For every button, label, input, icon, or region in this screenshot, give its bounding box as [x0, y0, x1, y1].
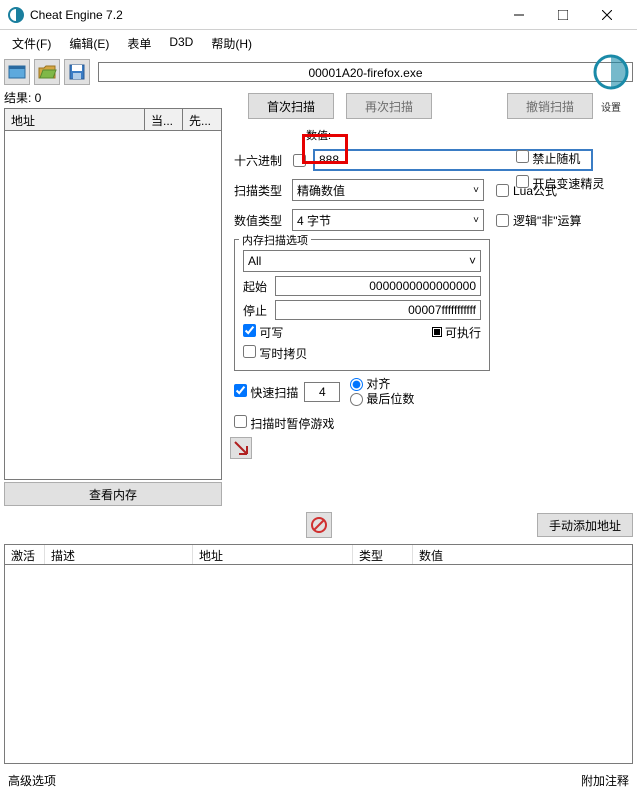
col-previous[interactable]: 先...: [183, 109, 221, 130]
close-button[interactable]: [585, 1, 629, 29]
maximize-button[interactable]: [541, 1, 585, 29]
scan-type-select[interactable]: 精确数值 ˅: [292, 179, 484, 201]
process-name: 00001A20-firefox.exe: [98, 62, 633, 82]
not-operator-checkbox[interactable]: [496, 214, 509, 227]
advanced-options-link[interactable]: 高级选项: [8, 772, 56, 789]
chevron-down-icon: ˅: [473, 215, 479, 226]
app-icon: [8, 7, 24, 23]
chevron-down-icon: ˅: [469, 254, 476, 268]
cheat-table[interactable]: 激活 描述 地址 类型 数值: [4, 544, 633, 764]
scan-type-label: 扫描类型: [234, 182, 288, 199]
fast-scan-checkbox[interactable]: [234, 384, 247, 397]
col-active[interactable]: 激活: [5, 545, 45, 564]
value-type-select[interactable]: 4 字节 ˅: [292, 209, 484, 231]
first-scan-button[interactable]: 首次扫描: [248, 93, 334, 119]
col-current[interactable]: 当...: [145, 109, 183, 130]
start-input[interactable]: [275, 276, 481, 296]
writable-checkbox[interactable]: [243, 324, 256, 337]
start-label: 起始: [243, 278, 271, 295]
value-label: 数值:: [306, 130, 331, 142]
menu-file[interactable]: 文件(F): [4, 32, 59, 55]
add-address-button[interactable]: 手动添加地址: [537, 513, 633, 537]
menu-table[interactable]: 表单: [119, 32, 159, 55]
lua-formula-checkbox[interactable]: [496, 184, 509, 197]
open-process-button[interactable]: [4, 59, 30, 85]
add-comment-link[interactable]: 附加注释: [581, 772, 629, 789]
executable-checkbox[interactable]: [432, 327, 442, 337]
next-scan-button: 再次扫描: [346, 93, 432, 119]
chevron-down-icon: ˅: [473, 185, 479, 196]
view-memory-button[interactable]: 查看内存: [4, 482, 222, 506]
col-type[interactable]: 类型: [353, 545, 413, 564]
col-addr[interactable]: 地址: [193, 545, 353, 564]
minimize-button[interactable]: [497, 1, 541, 29]
save-button[interactable]: [64, 59, 90, 85]
stop-label: 停止: [243, 302, 271, 319]
fast-scan-value[interactable]: [304, 382, 340, 402]
results-table[interactable]: 地址 当... 先...: [4, 108, 222, 480]
menu-edit[interactable]: 编辑(E): [61, 32, 117, 55]
col-address[interactable]: 地址: [5, 109, 145, 130]
speedhack-checkbox[interactable]: [516, 175, 529, 188]
window-title: Cheat Engine 7.2: [30, 8, 497, 22]
last-digits-radio[interactable]: [350, 393, 363, 406]
delete-icon[interactable]: [306, 512, 332, 538]
no-random-checkbox[interactable]: [516, 150, 529, 163]
undo-scan-button: 撤销扫描: [507, 93, 593, 119]
hex-label: 十六进制: [234, 152, 284, 169]
menu-help[interactable]: 帮助(H): [203, 32, 260, 55]
add-to-list-button[interactable]: [230, 437, 252, 459]
pause-game-checkbox[interactable]: [234, 415, 247, 428]
results-count: 结果: 0: [4, 87, 222, 108]
open-file-button[interactable]: [34, 59, 60, 85]
value-type-label: 数值类型: [234, 212, 288, 229]
mem-region-select[interactable]: All ˅: [243, 250, 481, 272]
mem-options-title: 内存扫描选项: [239, 232, 311, 248]
col-value[interactable]: 数值: [413, 545, 632, 564]
hex-checkbox[interactable]: [293, 154, 306, 167]
col-desc[interactable]: 描述: [45, 545, 193, 564]
stop-input[interactable]: [275, 300, 481, 320]
align-radio[interactable]: [350, 378, 363, 391]
copy-on-write-checkbox[interactable]: [243, 345, 256, 358]
menu-d3d[interactable]: D3D: [161, 32, 201, 55]
